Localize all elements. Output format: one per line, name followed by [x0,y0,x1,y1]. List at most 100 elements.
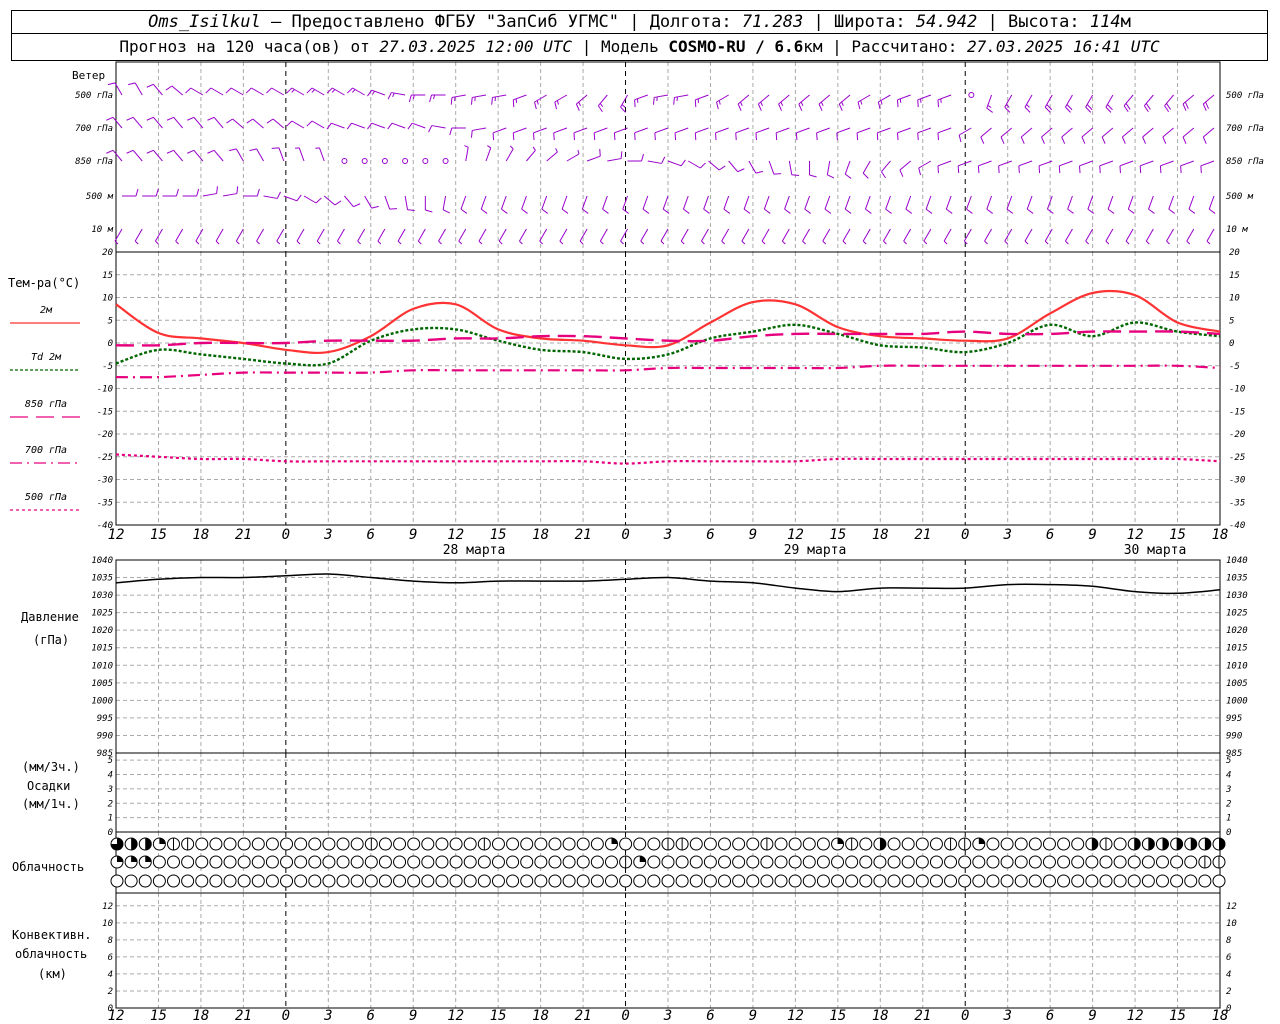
wind-barb [464,145,469,162]
precip-tick-right: 0 [1226,828,1231,838]
cloud-symbol [1085,874,1099,888]
wind-barb [1145,228,1154,245]
cloud-symbol [944,874,958,888]
wind-barb [1202,127,1215,144]
precip-tick-left: 5 [108,756,113,766]
press-tick-left: 1015 [91,644,113,654]
time-label-bottom: 6 [367,1008,375,1024]
cloud-symbol [167,855,181,869]
wind-barb [146,149,163,162]
press-tick-left: 1020 [91,626,113,636]
wind-barb [937,94,952,108]
wind-barb [903,228,912,245]
wind-barb [943,228,952,245]
cloud-symbol [647,855,661,869]
wind-barb [741,228,750,245]
wind-barb [597,94,608,113]
cloud-symbol [1071,874,1085,888]
cloud-symbol [873,837,887,851]
time-label-mid: 15 [490,527,507,543]
cloud-symbol [986,837,1000,851]
cloud-symbol [336,855,350,869]
wind-barb [721,228,730,245]
cloud-symbol [393,874,407,888]
cloud-symbol [195,874,209,888]
wind-barb [146,83,163,96]
wind-barb [788,160,800,177]
cloud-symbol [746,874,760,888]
time-label-bottom: 12 [1127,1008,1144,1024]
wind-barb [541,195,549,214]
wind-barb [586,148,601,162]
conv-tick-left: 12 [102,902,113,912]
press-tick-left: 1035 [91,574,113,584]
wind-barb [667,159,686,167]
cloud-symbol [435,855,449,869]
legend-label: 500 гПа [25,492,67,503]
time-label-bottom: 9 [1088,1008,1096,1024]
wind-barb [303,195,322,204]
cloud-symbol [435,837,449,851]
press-tick-right: 1040 [1226,556,1248,566]
wind-barb [326,122,345,130]
wind-barb [804,195,811,214]
wind-barb [980,127,992,144]
wind-barb [505,145,514,162]
wind-barb [166,116,184,129]
wind-barb [856,127,871,141]
wind-calm [402,158,409,164]
cloud-symbol [929,874,943,888]
wind-barb [1159,160,1174,174]
cloud-symbol [633,855,647,869]
wind-barb [620,94,628,113]
wind-barb [1085,94,1094,113]
press-tick-right: 1005 [1226,679,1248,689]
time-label-bottom: 21 [914,1008,931,1024]
cloud-symbol [1028,837,1042,851]
cloud-symbol [1212,855,1226,869]
cloud-symbol [1071,855,1085,869]
wind-barb [521,195,528,214]
wind-barb [207,116,224,129]
cloud-symbol [223,837,237,851]
cloud-symbol [393,855,407,869]
wind-barb [826,160,835,179]
conv-tick-left: 6 [108,953,113,963]
temp-tick-right: 20 [1229,248,1240,258]
cloud-symbol [972,837,986,851]
precip-tick-right: 4 [1226,771,1231,781]
time-label-bottom: 12 [447,1008,464,1024]
time-label-bottom: 15 [150,1008,167,1024]
wind-barb [905,195,913,214]
wind-barb [1139,160,1154,174]
wind-barb [235,228,244,245]
wind-level-right: 850 гПа [1226,157,1264,167]
wind-barb [326,87,345,96]
wind-barb [620,228,628,245]
conv-tick-right: 6 [1226,953,1231,963]
wind-barb [1105,228,1114,245]
wind-barb [1061,127,1073,144]
wind-barb [512,127,527,141]
wind-barb [763,195,771,214]
cloud-symbol [619,855,633,869]
wind-barb [500,195,508,214]
cloud-symbol [280,855,294,869]
cloud-symbol [138,855,152,869]
wind-barb [674,127,689,141]
wind-barb [748,160,764,174]
wind-barb [357,228,366,245]
time-label-bottom: 15 [1169,1008,1186,1024]
conv-tick-left: 8 [108,936,113,946]
time-label-mid: 15 [829,527,846,543]
cloud-symbol [859,837,873,851]
wind-barb [680,228,689,245]
temp-tick-left: -20 [97,430,113,440]
wind-barb [491,94,507,105]
wind-barb [438,228,446,245]
cloud-symbol [915,874,929,888]
cloud-symbol [322,855,336,869]
temp-tick-right: -20 [1229,430,1245,440]
legend-label: 2м [40,305,53,316]
cloud-symbol [548,855,562,869]
